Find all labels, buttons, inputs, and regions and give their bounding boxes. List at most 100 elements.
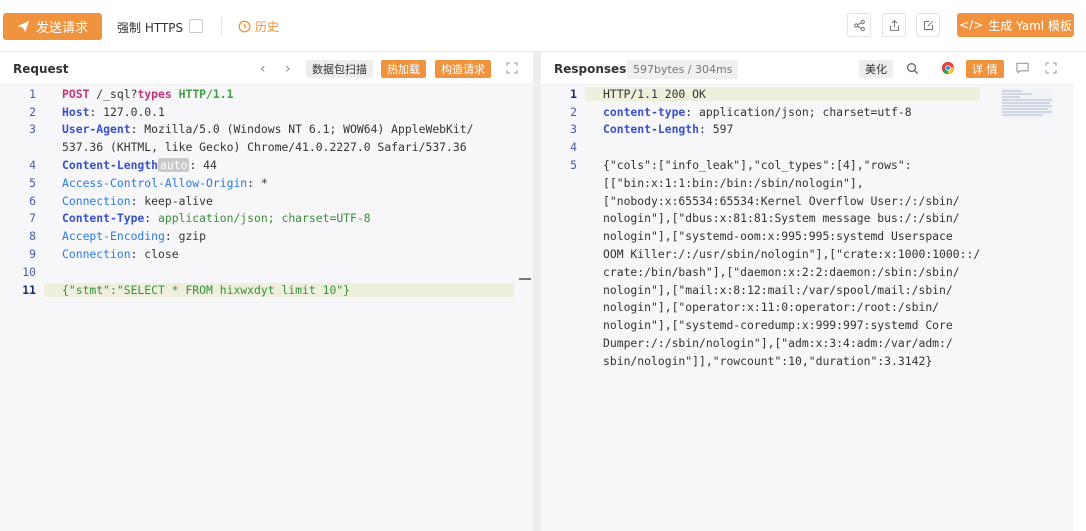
response-body: nologin"],["systemd-oom:x:995:995:system…	[603, 229, 953, 244]
header-value: 597	[712, 122, 734, 137]
header-value: close	[144, 247, 179, 262]
code-line: 2 Host: 127.0.0.1	[0, 103, 533, 121]
header-name: Accept-Encoding	[62, 229, 165, 244]
query-param: types	[137, 86, 172, 101]
header-name: Content-Type	[62, 211, 145, 226]
share-button[interactable]	[847, 13, 871, 37]
line-text: ["nobody:x:65534:65534:Kernel Overflow U…	[585, 194, 960, 208]
chevron-right-icon[interactable]: ›	[285, 61, 291, 77]
response-viewer[interactable]: 1 HTTP/1.1 200 OK 2 content-type: applicati…	[541, 85, 1074, 531]
status-line: HTTP/1.1 200 OK	[603, 86, 706, 101]
request-path: /_sql?	[96, 86, 138, 101]
code-line: 4 Content-Length auto: 44	[0, 156, 533, 174]
expand-icon[interactable]	[506, 62, 518, 74]
history-button[interactable]: 历史	[238, 18, 279, 35]
expand-icon[interactable]	[1045, 62, 1057, 74]
http-method: POST	[62, 86, 90, 101]
detail-button[interactable]: 详 情	[966, 60, 1004, 78]
line-text: 537.36 (KHTML, like Gecko) Chrome/41.0.2…	[44, 140, 467, 154]
packet-scan-button[interactable]: 数据包扫描	[306, 60, 373, 78]
header-name: Connection	[62, 193, 131, 208]
header-value: application/json; charset=utf-8	[699, 104, 912, 119]
header-value-continuation: 537.36 (KHTML, like Gecko) Chrome/41.0.2…	[62, 140, 467, 155]
header-name: Access-Control-Allow-Origin	[62, 175, 248, 190]
response-body: {"cols":["info_leak"],"col_types":[4],"r…	[603, 158, 912, 173]
send-request-button[interactable]: 发送请求	[3, 13, 102, 40]
code-line: 11 {"stmt":"SELECT * FROM hixwxdyt limit …	[0, 281, 533, 299]
beautify-button[interactable]: 美化	[859, 60, 893, 78]
line-text: Dumper:/:/sbin/nologin"],["adm:x:3:4:adm…	[585, 336, 953, 350]
header-name: User-Agent	[62, 122, 131, 137]
header-name: Host	[62, 104, 90, 119]
search-icon[interactable]	[906, 62, 919, 75]
response-body: Dumper:/:/sbin/nologin"],["adm:x:3:4:adm…	[603, 336, 953, 351]
response-panel-header: Responses 597bytes / 304ms 美化 详 情	[541, 52, 1074, 85]
line-number: 2	[29, 104, 36, 119]
build-request-button[interactable]: 构造请求	[435, 60, 491, 78]
header-name: Content-Length	[62, 158, 159, 173]
response-title: Responses	[554, 62, 627, 76]
line-text: nologin"],["operator:x:11:0:operator:/ro…	[585, 300, 939, 314]
code-line: Dumper:/:/sbin/nologin"],["adm:x:3:4:adm…	[541, 334, 1074, 352]
line-number: 3	[29, 122, 36, 137]
line-text: HTTP/1.1 200 OK	[585, 86, 980, 101]
code-line: nologin"],["systemd-oom:x:995:995:system…	[541, 227, 1074, 245]
request-panel: Request ‹ › 数据包扫描 热加载 构造请求 1 POST /_sql?t…	[0, 52, 533, 531]
panel-splitter[interactable]	[533, 52, 541, 531]
line-text: Content-Type: application/json; charset=…	[62, 211, 371, 226]
code-line: [["bin:x:1:1:bin:/bin:/sbin/nologin"],	[541, 174, 1074, 192]
export-button[interactable]	[882, 13, 906, 37]
response-body: OOM Killer:/:/usr/sbin/nologin"],["crate…	[603, 247, 981, 262]
code-line: 5 {"cols":["info_leak"],"col_types":[4],"…	[541, 156, 1074, 174]
code-line: 5 Access-Control-Allow-Origin: *	[0, 174, 533, 192]
line-text: Connection: close	[62, 247, 179, 262]
chrome-icon[interactable]	[941, 61, 955, 75]
line-number: 1	[570, 86, 577, 101]
response-body: ["nobody:x:65534:65534:Kernel Overflow U…	[603, 193, 960, 208]
code-line: ["nobody:x:65534:65534:Kernel Overflow U…	[541, 192, 1074, 210]
edit-icon	[923, 20, 933, 30]
code-line: 3 User-Agent: Mozilla/5.0 (Windows NT 6.1…	[0, 121, 533, 139]
line-text: Content-Length auto: 44	[62, 158, 217, 173]
code-line: sbin/nologin"]],"rowcount":10,"duration"…	[541, 352, 1074, 370]
code-line: nologin"],["systemd-coredump:x:999:997:s…	[541, 316, 1074, 334]
header-value: keep-alive	[144, 193, 213, 208]
chevron-left-icon[interactable]: ‹	[260, 61, 266, 77]
generate-yaml-label: 生成 Yaml 模板	[988, 18, 1072, 33]
line-number: 4	[570, 140, 577, 155]
line-text: crate:/bin/bash"],["daemon:x:2:2:daemon:…	[585, 265, 960, 279]
line-number: 5	[29, 175, 36, 190]
response-body: nologin"],["dbus:x:81:81:System message …	[603, 211, 960, 226]
code-line: 537.36 (KHTML, like Gecko) Chrome/41.0.2…	[0, 138, 533, 156]
line-text: nologin"],["mail:x:8:12:mail:/var/spool/…	[585, 283, 953, 297]
line-text: Accept-Encoding: gzip	[62, 229, 207, 244]
line-text: content-type: application/json; charset=…	[603, 104, 912, 119]
force-https-checkbox[interactable]	[189, 19, 203, 33]
line-number: 4	[29, 158, 36, 173]
http-protocol: HTTP/1.1	[178, 86, 234, 101]
response-body: sbin/nologin"]],"rowcount":10,"duration"…	[603, 353, 933, 368]
code-line: 6 Connection: keep-alive	[0, 192, 533, 210]
edit-button[interactable]	[916, 13, 940, 37]
request-editor[interactable]: 1 POST /_sql?types HTTP/1.1 2 Host: 127.0.0…	[0, 85, 533, 531]
line-text: nologin"],["systemd-oom:x:995:995:system…	[585, 229, 953, 243]
top-toolbar: 发送请求 强制 HTTPS 历史 </> 生成 Yaml 模板	[0, 0, 1086, 52]
comment-icon[interactable]	[1016, 62, 1029, 74]
line-text: POST /_sql?types HTTP/1.1	[44, 87, 233, 101]
response-body: crate:/bin/bash"],["daemon:x:2:2:daemon:…	[603, 264, 960, 279]
response-body: nologin"],["mail:x:8:12:mail:/var/spool/…	[603, 282, 953, 297]
line-number: 10	[22, 264, 36, 279]
generate-yaml-template-button[interactable]: </> 生成 Yaml 模板	[957, 13, 1074, 37]
header-value: 44	[203, 158, 217, 173]
request-body: {"stmt":"SELECT * FROM hixwxdyt limit 10…	[62, 282, 351, 297]
auto-tag: auto	[158, 158, 190, 173]
header-name: content-type	[603, 104, 686, 119]
share-icon	[853, 19, 865, 31]
editor-scroll-marker	[519, 278, 531, 280]
response-body: nologin"],["operator:x:11:0:operator:/ro…	[603, 300, 940, 315]
header-value: 127.0.0.1	[103, 104, 165, 119]
header-name: Content-Length	[603, 122, 700, 137]
code-line: 4	[541, 138, 1074, 156]
hot-reload-button[interactable]: 热加载	[381, 60, 426, 78]
code-icon: </>	[959, 18, 984, 32]
